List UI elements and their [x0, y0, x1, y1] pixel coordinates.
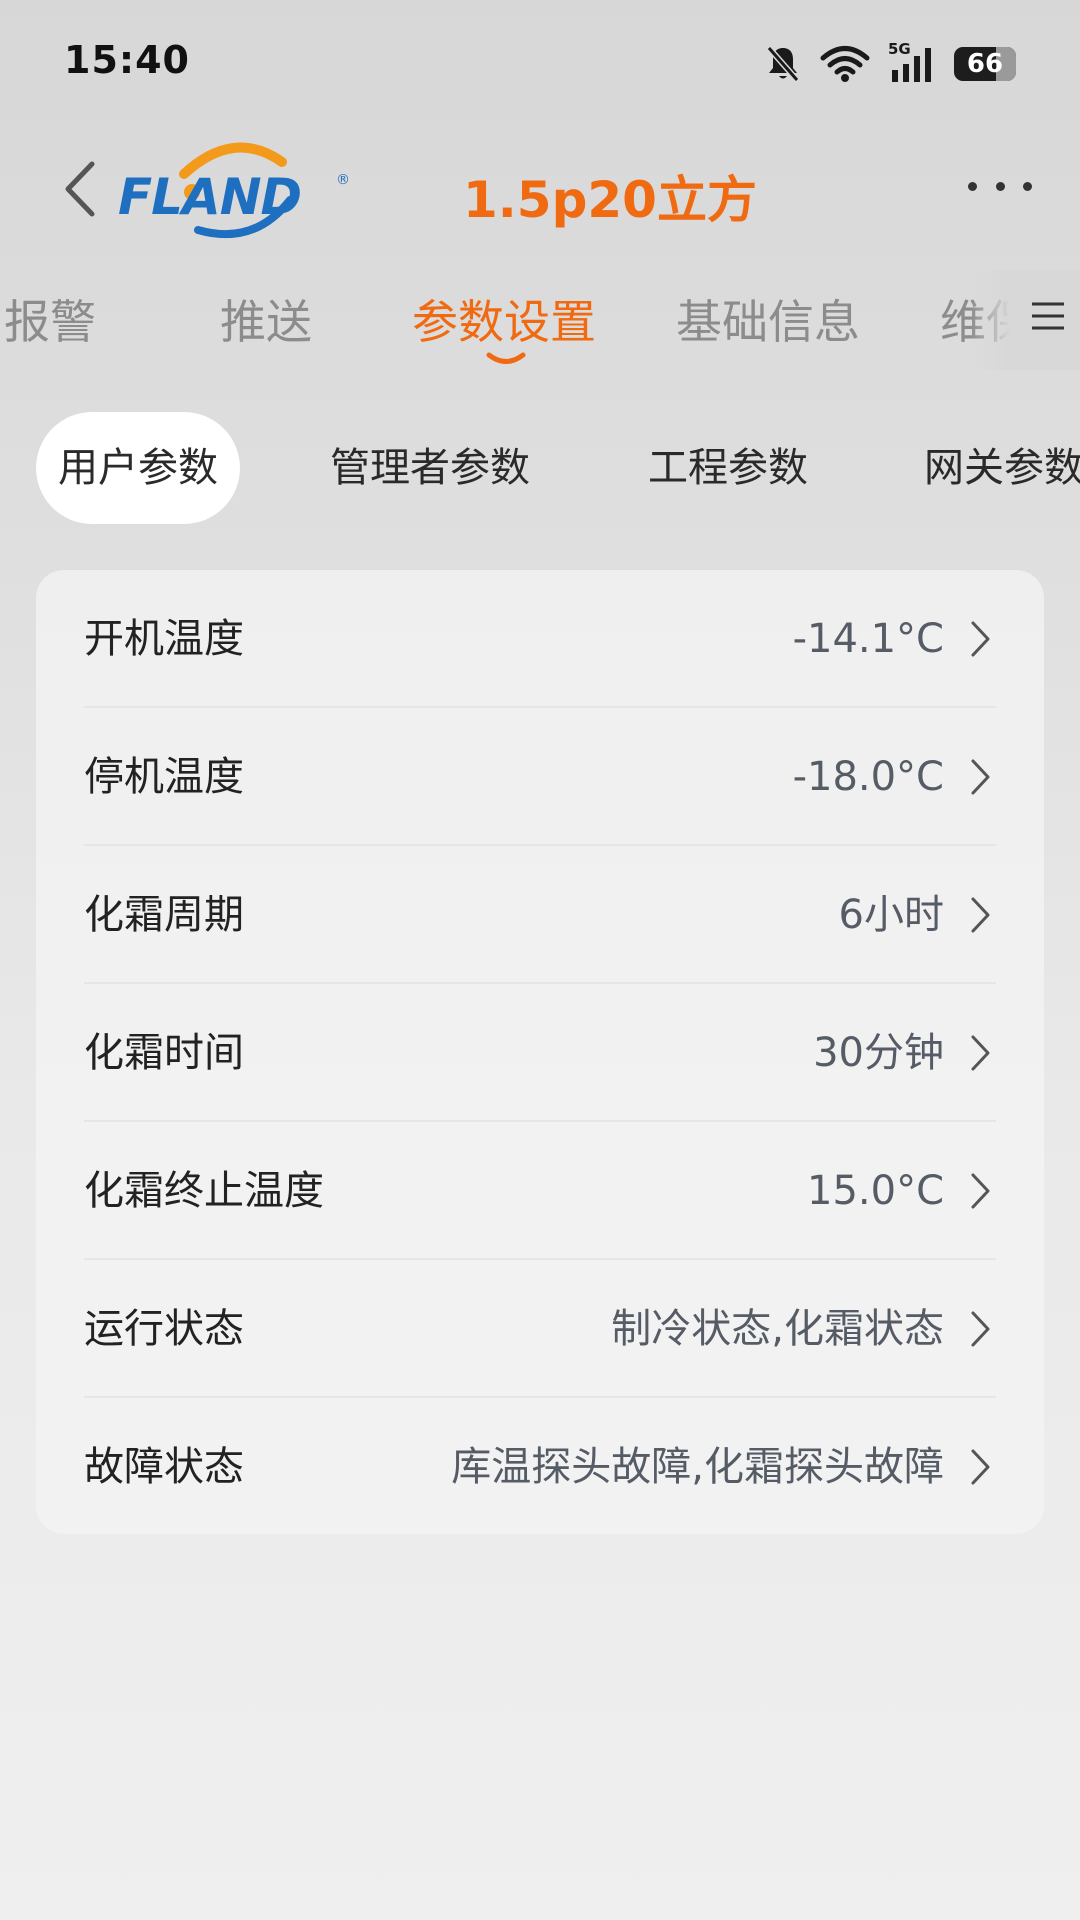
- chevron-right-icon: [971, 897, 990, 933]
- setting-value: 30分钟: [813, 1030, 944, 1076]
- tab-basic-info[interactable]: 基础信息: [676, 286, 860, 352]
- setting-label: 停机温度: [84, 754, 244, 800]
- status-bar: 15:40 5G 66: [0, 0, 1080, 120]
- setting-value: 6小时: [838, 892, 944, 938]
- chevron-right-icon: [971, 1035, 990, 1071]
- chevron-right-icon: [971, 1449, 990, 1485]
- header: FLAND ® 1.5p20立方: [0, 120, 1080, 260]
- bell-off-icon: [766, 46, 800, 82]
- battery-level: 66: [966, 49, 1004, 79]
- active-tab-indicator: [486, 352, 526, 364]
- battery-icon: 66: [954, 47, 1016, 81]
- settings-list: 开机温度 -14.1°C 停机温度 -18.0°C 化霜周期 6小时 化霜时间 …: [36, 570, 1044, 1534]
- subtab-user-parameters[interactable]: 用户参数: [36, 412, 240, 524]
- setting-label: 故障状态: [84, 1444, 244, 1490]
- setting-value: 15.0°C: [807, 1168, 944, 1214]
- setting-value: 库温探头故障,化霜探头故障: [451, 1444, 944, 1490]
- menu-icon[interactable]: [1030, 298, 1066, 334]
- dot-icon: [968, 181, 977, 191]
- setting-row-fault-status[interactable]: 故障状态 库温探头故障,化霜探头故障: [36, 1398, 1044, 1536]
- tab-push[interactable]: 推送: [220, 286, 312, 352]
- setting-label: 化霜时间: [84, 1030, 244, 1076]
- fland-logo: FLAND ®: [114, 134, 354, 244]
- status-time: 15:40: [64, 38, 190, 82]
- setting-row-defrost-cycle[interactable]: 化霜周期 6小时: [36, 846, 1044, 984]
- setting-row-defrost-end-temperature[interactable]: 化霜终止温度 15.0°C: [36, 1122, 1044, 1260]
- subtab-admin-parameters[interactable]: 管理者参数: [330, 412, 530, 524]
- chevron-right-icon: [971, 621, 990, 657]
- setting-row-running-status[interactable]: 运行状态 制冷状态,化霜状态: [36, 1260, 1044, 1398]
- subtab-gateway-parameters[interactable]: 网关参数: [924, 412, 1080, 524]
- logo-registered-mark: ®: [336, 172, 350, 188]
- wifi-icon: [820, 46, 870, 82]
- signal-icon: 5G: [888, 40, 936, 84]
- main-tabs: 报警 推送 参数设置 基础信息 维保: [0, 270, 1080, 370]
- setting-label: 运行状态: [84, 1306, 244, 1352]
- tab-parameter-settings[interactable]: 参数设置: [412, 286, 596, 352]
- subtab-engineering-parameters[interactable]: 工程参数: [648, 412, 808, 524]
- setting-row-stop-temperature[interactable]: 停机温度 -18.0°C: [36, 708, 1044, 846]
- dot-icon: [1023, 181, 1032, 191]
- sub-tabs: 用户参数 管理者参数 工程参数 网关参数: [0, 412, 1080, 524]
- setting-row-defrost-time[interactable]: 化霜时间 30分钟: [36, 984, 1044, 1122]
- chevron-right-icon: [971, 1173, 990, 1209]
- chevron-right-icon: [971, 759, 990, 795]
- setting-row-start-temperature[interactable]: 开机温度 -14.1°C: [36, 570, 1044, 708]
- tab-alarm[interactable]: 报警: [4, 286, 96, 352]
- setting-value: -18.0°C: [792, 754, 944, 800]
- status-icons: 5G 66: [764, 40, 1016, 86]
- more-options-button[interactable]: [968, 166, 1032, 206]
- page-title: 1.5p20立方: [463, 171, 757, 229]
- setting-value: 制冷状态,化霜状态: [611, 1306, 944, 1352]
- setting-label: 开机温度: [84, 616, 244, 662]
- setting-value: -14.1°C: [792, 616, 944, 662]
- setting-label: 化霜周期: [84, 892, 244, 938]
- setting-label: 化霜终止温度: [84, 1168, 324, 1214]
- logo-text: FLAND: [118, 168, 302, 226]
- back-icon[interactable]: [54, 154, 114, 224]
- chevron-right-icon: [971, 1311, 990, 1347]
- dot-icon: [995, 181, 1005, 191]
